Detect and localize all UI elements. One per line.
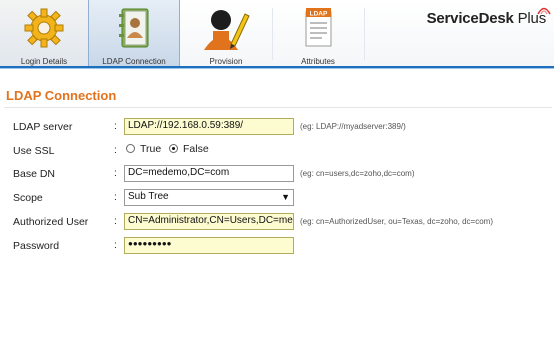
- authorized-user-row: Authorized User : CN=Administrator,CN=Us…: [0, 212, 554, 234]
- password-input[interactable]: ●●●●●●●●●: [124, 237, 294, 254]
- password-row: Password : ●●●●●●●●●: [0, 236, 554, 258]
- address-book-icon: [119, 8, 149, 48]
- scope-select[interactable]: Sub Tree ▼: [124, 189, 294, 206]
- base-dn-hint: (eg: cn=users,dc=zoho,dc=com): [300, 169, 415, 178]
- colon: :: [114, 239, 117, 251]
- tab-login-details-label: Login Details: [20, 57, 68, 66]
- tab-bar-underline-light: [0, 68, 554, 69]
- title-divider: [4, 107, 552, 108]
- scope-value: Sub Tree: [128, 191, 169, 202]
- ldap-document-icon: LDAP: [305, 8, 332, 47]
- ssl-true-label: True: [140, 143, 162, 155]
- tab-separator: [364, 8, 365, 60]
- base-dn-input[interactable]: DC=medemo,DC=com: [124, 165, 294, 182]
- colon: :: [114, 191, 117, 203]
- logo-name: ServiceDesk: [426, 10, 514, 27]
- ldap-server-input[interactable]: LDAP://192.168.0.59:389/: [124, 118, 294, 135]
- page-title: LDAP Connection: [6, 88, 117, 103]
- colon: :: [114, 144, 117, 156]
- ldap-server-label: LDAP server: [13, 121, 73, 133]
- colon: :: [114, 215, 117, 227]
- use-ssl-label: Use SSL: [13, 145, 55, 157]
- module-tab-bar: Login Details LDAP Connection Provision: [0, 0, 554, 68]
- password-label: Password: [13, 240, 60, 252]
- logo-arc-icon: [537, 7, 551, 15]
- ldap-server-row: LDAP server : LDAP://192.168.0.59:389/ (…: [0, 117, 554, 139]
- tab-attributes[interactable]: LDAP Attributes: [272, 0, 364, 66]
- tab-ldap-connection[interactable]: LDAP Connection: [88, 0, 180, 66]
- ssl-true-radio[interactable]: [126, 144, 135, 153]
- scope-label: Scope: [13, 192, 43, 204]
- base-dn-row: Base DN : DC=medemo,DC=com (eg: cn=users…: [0, 164, 554, 186]
- tab-provision[interactable]: Provision: [180, 0, 272, 66]
- use-ssl-row: Use SSL : True False: [0, 141, 554, 163]
- authorized-user-hint: (eg: cn=AuthorizedUser, ou=Texas, dc=zoh…: [300, 217, 493, 226]
- tab-attributes-label: Attributes: [301, 57, 335, 66]
- user-pencil-icon: [204, 10, 250, 50]
- svg-text:LDAP: LDAP: [310, 11, 328, 18]
- base-dn-label: Base DN: [13, 168, 56, 180]
- servicedesk-plus-logo: ServiceDesk Plus: [426, 10, 547, 27]
- ssl-false-label: False: [183, 143, 209, 155]
- ssl-false-radio[interactable]: [169, 144, 178, 153]
- authorized-user-input[interactable]: CN=Administrator,CN=Users,DC=medemo,DC=c…: [124, 213, 294, 230]
- gear-icon: [24, 8, 64, 48]
- colon: :: [114, 167, 117, 179]
- chevron-down-icon: ▼: [281, 192, 290, 202]
- scope-row: Scope : Sub Tree ▼: [0, 188, 554, 210]
- colon: :: [114, 120, 117, 132]
- tab-login-details[interactable]: Login Details: [0, 0, 88, 66]
- tab-provision-label: Provision: [209, 57, 243, 66]
- authorized-user-label: Authorized User: [13, 216, 89, 228]
- tab-ldap-connection-label: LDAP Connection: [102, 57, 166, 66]
- ldap-server-hint: (eg: LDAP://myadserver:389/): [300, 122, 406, 131]
